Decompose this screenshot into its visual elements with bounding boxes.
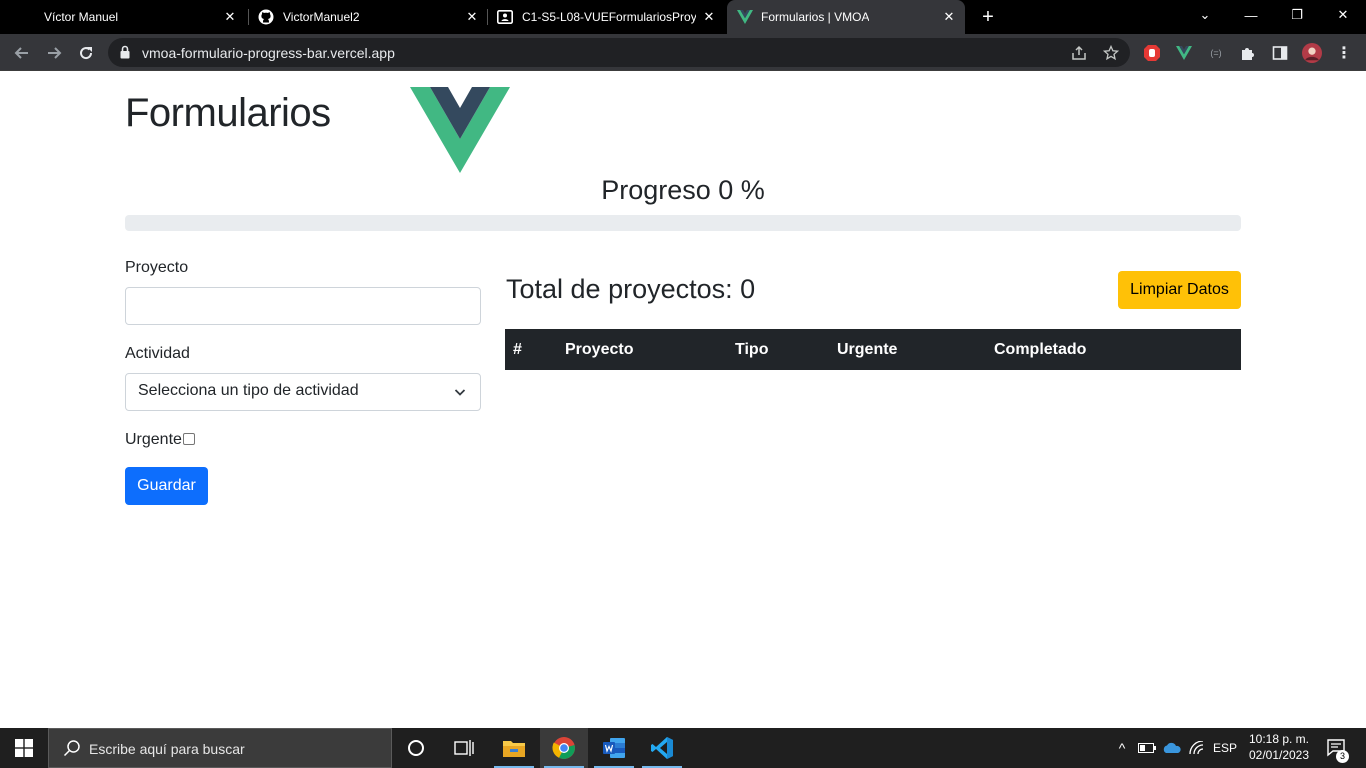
vue-logo-icon [410, 87, 510, 173]
tab-formularios-active[interactable]: Formularios | VMOA ✕ [727, 0, 965, 34]
sidepanel-icon[interactable] [1270, 43, 1290, 63]
clock-date: 02/01/2023 [1248, 748, 1310, 762]
lock-icon [120, 45, 130, 59]
column-header-tipo: Tipo [735, 341, 769, 358]
new-tab-button[interactable]: + [977, 6, 999, 28]
page-title: Formularios [125, 91, 331, 135]
column-header-proyecto: Proyecto [565, 341, 634, 358]
adblock-icon[interactable] [1142, 43, 1162, 63]
word-icon[interactable] [590, 728, 638, 768]
dev-icon[interactable]: (=) [1206, 43, 1226, 63]
reload-icon[interactable] [74, 41, 98, 65]
tab-search-dropdown-icon[interactable]: ⌄ [1182, 0, 1228, 30]
minimize-button[interactable]: — [1228, 0, 1274, 30]
column-header-completado: Completado [994, 341, 1087, 358]
puzzle-icon[interactable] [1238, 43, 1258, 63]
windows-taskbar: Escribe aquí para buscar ^ ESP 10:18 p. … [0, 728, 1366, 768]
back-arrow-icon[interactable] [10, 41, 34, 65]
notifications-icon[interactable]: 3 [1320, 728, 1354, 768]
limpiar-datos-button[interactable]: Limpiar Datos [1118, 271, 1241, 309]
tab-close-icon[interactable]: ✕ [222, 9, 238, 25]
urgente-label: Urgente [125, 431, 182, 448]
share-icon[interactable] [1070, 44, 1088, 62]
page-content: Formularios Progreso 0 % Proyecto Activi… [0, 71, 1366, 728]
github-icon [258, 9, 274, 25]
chrome-icon[interactable] [540, 728, 588, 768]
guardar-button[interactable]: Guardar [125, 467, 208, 505]
taskbar-clock[interactable]: 10:18 p. m. 02/01/2023 [1244, 731, 1314, 763]
actividad-select-value: Selecciona un tipo de actividad [138, 382, 359, 399]
bookmark-star-icon[interactable] [1102, 44, 1120, 62]
wifi-icon[interactable] [1186, 728, 1208, 768]
tab-classroom[interactable]: C1-S5-L08-VUEFormulariosProye ✕ [489, 0, 725, 34]
tab-title: C1-S5-L08-VUEFormulariosProye [522, 10, 696, 24]
restore-button[interactable]: ❐ [1274, 0, 1320, 30]
tab-separator [487, 9, 488, 25]
total-proyectos-heading: Total de proyectos: 0 [506, 274, 756, 304]
taskbar-search-box[interactable]: Escribe aquí para buscar [48, 728, 392, 768]
battery-icon[interactable] [1136, 728, 1158, 768]
browser-tabstrip: Víctor Manuel ✕ VictorManuel2 ✕ C1-S5-L0… [0, 0, 1366, 34]
progress-label: Progreso 0 % [601, 175, 765, 205]
tab-victor-manuel[interactable]: Víctor Manuel ✕ [8, 0, 246, 34]
contact-card-icon [497, 10, 513, 24]
windows-start-icon[interactable] [0, 728, 48, 768]
cortana-icon[interactable] [392, 728, 440, 768]
onedrive-icon[interactable] [1160, 728, 1184, 768]
search-placeholder: Escribe aquí para buscar [89, 741, 245, 757]
vscode-icon[interactable] [638, 728, 686, 768]
chevron-down-icon [454, 389, 466, 396]
column-header-number: # [513, 341, 522, 358]
profile-avatar[interactable] [1302, 43, 1322, 63]
search-icon [63, 740, 80, 757]
notification-count-badge: 3 [1336, 750, 1349, 763]
browser-toolbar: vmoa-formulario-progress-bar.vercel.app … [0, 34, 1366, 71]
tab-title: Víctor Manuel [44, 10, 119, 24]
tab-close-icon[interactable]: ✕ [464, 9, 480, 25]
actividad-select[interactable]: Selecciona un tipo de actividad [125, 373, 481, 411]
column-header-urgente: Urgente [837, 341, 898, 358]
forward-arrow-icon[interactable] [42, 41, 66, 65]
projects-table-header: # Proyecto Tipo Urgente Completado [505, 329, 1241, 370]
tab-title: Formularios | VMOA [761, 10, 870, 24]
urgente-checkbox[interactable] [183, 433, 195, 445]
close-window-button[interactable]: ✕ [1320, 0, 1366, 30]
tab-close-icon[interactable]: ✕ [941, 9, 957, 25]
menu-kebab-icon[interactable]: ⋮ [1334, 43, 1354, 63]
proyecto-input[interactable] [125, 287, 481, 325]
tab-separator [248, 9, 249, 25]
tray-chevron-up-icon[interactable]: ^ [1112, 728, 1132, 768]
vue-devtools-icon[interactable] [1174, 43, 1194, 63]
progress-bar [125, 215, 1241, 231]
tab-title: VictorManuel2 [283, 10, 360, 24]
proyecto-label: Proyecto [125, 259, 189, 276]
clock-time: 10:18 p. m. [1248, 732, 1310, 746]
url-text: vmoa-formulario-progress-bar.vercel.app [142, 45, 395, 61]
language-indicator[interactable]: ESP [1210, 728, 1240, 768]
address-bar[interactable]: vmoa-formulario-progress-bar.vercel.app [108, 38, 1130, 67]
tab-github[interactable]: VictorManuel2 ✕ [250, 0, 488, 34]
actividad-label: Actividad [125, 345, 190, 362]
task-view-icon[interactable] [440, 728, 488, 768]
vue-icon [737, 10, 753, 24]
tab-close-icon[interactable]: ✕ [701, 9, 717, 25]
file-explorer-icon[interactable] [490, 728, 538, 768]
